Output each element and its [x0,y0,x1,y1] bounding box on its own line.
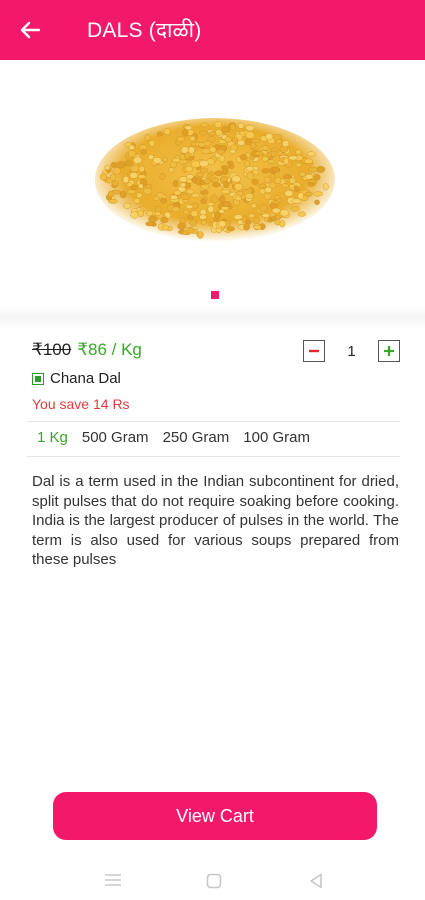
quantity-stepper: 1 [303,339,400,363]
decrease-quantity-button[interactable] [303,340,325,362]
plus-icon [384,346,394,356]
quantity-value: 1 [347,342,356,360]
price-row: ₹100 ₹86 / Kg [32,340,142,360]
divider [27,421,400,422]
selling-price: ₹86 / Kg [77,340,142,359]
page-title: DALS (दाळी) [87,19,202,42]
product-description: Dal is a term used in the Indian subcont… [32,473,399,568]
veg-indicator-icon [32,372,44,385]
arrow-left-icon [20,21,41,39]
app-bar: DALS (दाळी) [0,0,425,60]
variant-250g[interactable]: 250 Gram [163,429,230,446]
minus-icon [309,349,319,353]
variant-options: 1 Kg 500 Gram 250 Gram 100 Gram [37,429,324,446]
variant-500g[interactable]: 500 Gram [82,429,149,446]
home-square-icon[interactable] [206,873,222,889]
product-name-row: Chana Dal [32,370,121,387]
divider [27,456,400,457]
mrp-price: ₹100 [32,340,72,359]
menu-icon[interactable] [104,873,122,887]
product-image [95,118,335,242]
product-name: Chana Dal [50,370,121,387]
view-cart-button[interactable]: View Cart [53,792,377,840]
variant-1kg[interactable]: 1 Kg [37,429,68,446]
carousel-dot[interactable] [211,291,219,299]
back-triangle-icon[interactable] [309,873,323,889]
back-button[interactable] [0,0,60,60]
savings-text: You save 14 Rs [32,396,130,412]
image-divider-shade [0,305,425,330]
increase-quantity-button[interactable] [378,340,400,362]
system-nav-bar [0,858,425,900]
variant-100g[interactable]: 100 Gram [243,429,310,446]
